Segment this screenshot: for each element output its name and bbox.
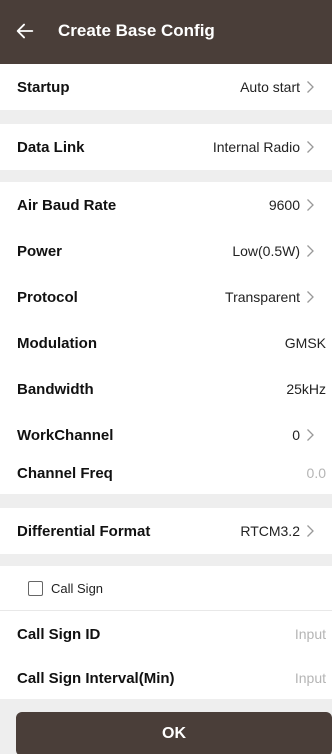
differential-format-value: RTCM3.2 <box>240 523 300 539</box>
call-sign-checkbox-row[interactable]: Call Sign <box>0 566 332 610</box>
power-label: Power <box>17 242 63 260</box>
startup-value: Auto start <box>240 79 300 95</box>
chevron-right-icon <box>307 81 314 93</box>
data-link-value: Internal Radio <box>212 139 300 155</box>
modulation-label: Modulation <box>17 334 97 352</box>
bandwidth-value: 25kHz <box>286 381 326 397</box>
channel-freq-value: 0.0 <box>306 465 326 481</box>
work-channel-value: 0 <box>292 427 300 443</box>
bandwidth-label: Bandwidth <box>17 380 94 398</box>
chevron-right-icon <box>307 245 314 257</box>
call-sign-id-label: Call Sign ID <box>17 625 101 643</box>
ok-button[interactable]: OK <box>16 712 332 754</box>
call-sign-id-row[interactable]: Call Sign ID Input <box>0 611 332 657</box>
data-link-row[interactable]: Data Link Internal Radio <box>0 124 332 170</box>
modulation-value: GMSK <box>284 335 326 351</box>
work-channel-label: WorkChannel <box>17 426 114 444</box>
startup-row[interactable]: Startup Auto start <box>0 64 332 110</box>
arrow-left-icon[interactable] <box>14 20 36 42</box>
power-value: Low(0.5W) <box>232 243 300 259</box>
chevron-right-icon <box>307 525 314 537</box>
protocol-row[interactable]: Protocol Transparent <box>0 274 332 320</box>
air-baud-rate-label: Air Baud Rate <box>17 196 117 214</box>
chevron-right-icon <box>307 199 314 211</box>
air-baud-rate-row[interactable]: Air Baud Rate 9600 <box>0 182 332 228</box>
chevron-right-icon <box>307 141 314 153</box>
power-row[interactable]: Power Low(0.5W) <box>0 228 332 274</box>
bandwidth-row: Bandwidth 25kHz <box>0 366 332 412</box>
data-link-label: Data Link <box>17 138 85 156</box>
protocol-value: Transparent <box>225 289 300 305</box>
differential-format-row[interactable]: Differential Format RTCM3.2 <box>0 508 332 554</box>
chevron-right-icon <box>307 291 314 303</box>
air-baud-rate-value: 9600 <box>268 197 300 213</box>
channel-freq-label: Channel Freq <box>17 465 113 482</box>
chevron-right-icon <box>307 429 314 441</box>
call-sign-interval-label: Call Sign Interval(Min) <box>17 669 175 687</box>
channel-freq-row: Channel Freq 0.0 <box>0 458 332 494</box>
page-title: Create Base Config <box>58 21 215 40</box>
protocol-label: Protocol <box>17 288 78 306</box>
call-sign-checkbox-label: Call Sign <box>51 580 104 596</box>
call-sign-interval-row[interactable]: Call Sign Interval(Min) Input <box>0 657 332 699</box>
modulation-row: Modulation GMSK <box>0 320 332 366</box>
call-sign-interval-input[interactable]: Input <box>295 670 326 686</box>
call-sign-checkbox[interactable] <box>28 580 43 596</box>
startup-label: Startup <box>17 78 70 96</box>
call-sign-id-input[interactable]: Input <box>295 626 326 642</box>
app-header: Create Base Config <box>0 0 332 64</box>
work-channel-row[interactable]: WorkChannel 0 <box>0 412 332 458</box>
differential-format-label: Differential Format <box>17 522 151 540</box>
